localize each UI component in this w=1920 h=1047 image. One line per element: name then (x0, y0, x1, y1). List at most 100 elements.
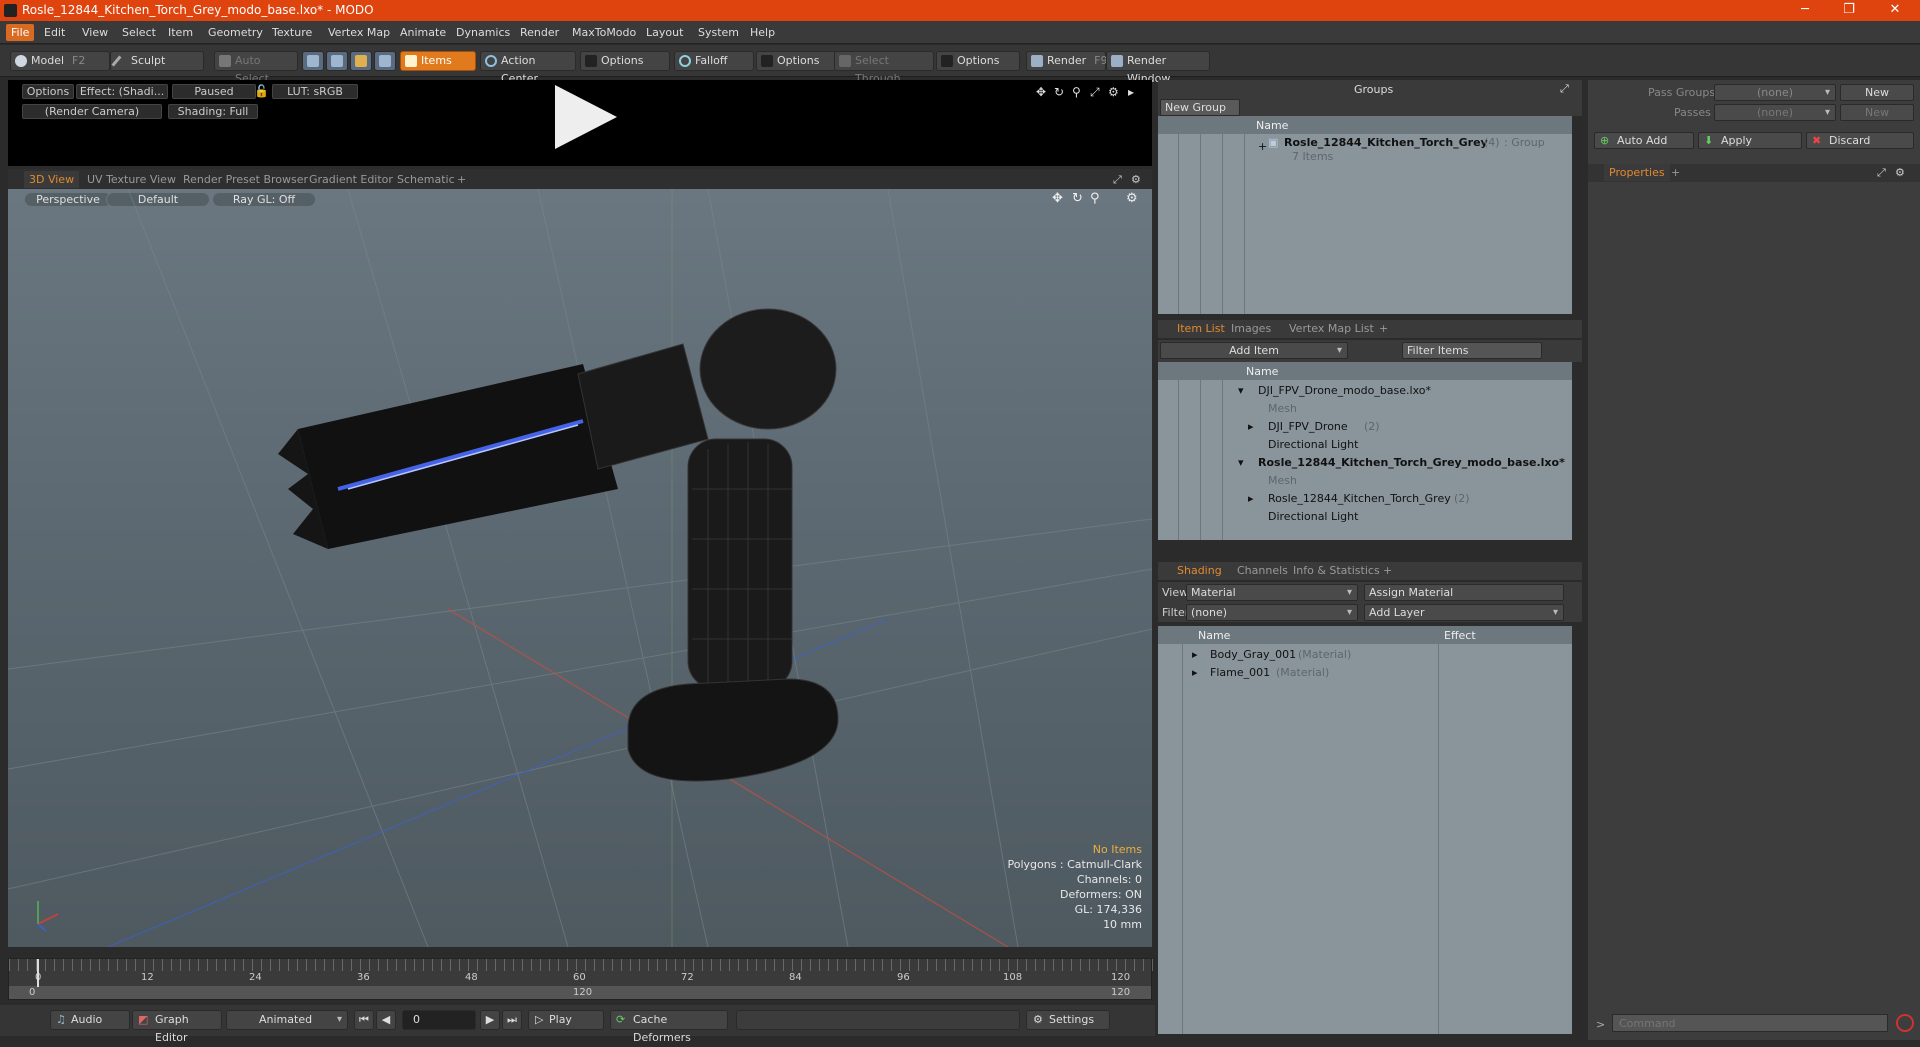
tab-gradient-editor[interactable]: Gradient Editor (304, 171, 398, 188)
model-mode-button[interactable]: Model F2 (10, 51, 110, 71)
apply-button[interactable]: ⬇ Apply (1698, 132, 1802, 149)
range-end[interactable]: 120 (1111, 987, 1130, 998)
polygons-mode-button[interactable] (350, 51, 372, 71)
auto-select-button[interactable]: Auto Select (214, 51, 298, 85)
play-button[interactable]: ▷ Play (528, 1010, 604, 1030)
playhead[interactable] (37, 959, 39, 987)
frame-field[interactable]: 0 (402, 1010, 476, 1030)
next-frame-button[interactable]: ▶ (480, 1010, 500, 1030)
tab-channels[interactable]: Channels (1232, 562, 1293, 579)
audio-button[interactable]: ♫ Audio (50, 1010, 130, 1030)
material-row[interactable]: ▸ Body_Gray_001 (Material) (1158, 646, 1572, 664)
menu-layout[interactable]: Layout (646, 26, 683, 39)
menu-file[interactable]: File (6, 24, 35, 41)
tab-properties[interactable]: Properties (1604, 164, 1670, 181)
tab-vertex-map-list[interactable]: Vertex Map List (1284, 320, 1379, 337)
falloff-options-button[interactable]: Options (756, 51, 836, 71)
render-window-button[interactable]: Render Window (1106, 51, 1210, 85)
menu-texture[interactable]: Texture (272, 26, 312, 39)
maximize-button[interactable]: ❐ (1834, 2, 1864, 17)
item-list-tree[interactable]: Name ▾ DJI_FPV_Drone_modo_base.lxo* Mesh … (1158, 362, 1572, 540)
add-tab-button[interactable]: + (1666, 164, 1685, 181)
add-layer-dropdown[interactable]: Add Layer (1364, 604, 1564, 621)
cache-deformers-button[interactable]: ⟳ Cache Deformers (610, 1010, 728, 1044)
lut-dropdown[interactable]: LUT: sRGB (272, 84, 358, 99)
menu-help[interactable]: Help (750, 26, 775, 39)
add-tab-button[interactable]: + (1374, 320, 1393, 337)
edges-mode-button[interactable] (326, 51, 348, 71)
preview-options-button[interactable]: Options (22, 84, 74, 99)
maximize-icon[interactable]: ⤢ (1872, 164, 1891, 181)
graph-editor-button[interactable]: ◩ Graph Editor (132, 1010, 222, 1044)
command-input[interactable] (1612, 1014, 1888, 1032)
add-item-dropdown[interactable]: Add Item (1160, 342, 1348, 359)
tree-item-mesh[interactable]: Mesh (1158, 472, 1572, 490)
falloff-button[interactable]: Falloff (674, 51, 754, 71)
animated-dropdown[interactable]: Animated (226, 1010, 348, 1030)
maximize-icon[interactable]: ⤢ (1108, 171, 1127, 188)
material-row[interactable]: ▸ Flame_001 (Material) (1158, 664, 1572, 682)
shading-dropdown[interactable]: Shading: Full (168, 104, 258, 119)
plus-icon[interactable]: + (1258, 138, 1267, 156)
tab-3d-view[interactable]: 3D View (24, 171, 80, 188)
new-pass-group-button[interactable]: New (1840, 84, 1914, 101)
minimize-button[interactable]: ─ (1790, 2, 1820, 17)
items-mode-button[interactable]: Items (400, 51, 476, 71)
key-tools-strip[interactable] (736, 1010, 1020, 1030)
groups-list[interactable]: Name + ▣ Rosle_12844_Kitchen_Torch_Grey … (1158, 116, 1572, 314)
close-button[interactable]: ✕ (1880, 2, 1910, 17)
prev-frame-button[interactable]: ◀ (376, 1010, 396, 1030)
materials-mode-button[interactable] (374, 51, 396, 71)
tab-item-list[interactable]: Item List (1172, 320, 1230, 337)
timeline[interactable]: 0 12 24 36 48 60 72 84 96 108 120 0 120 … (8, 958, 1153, 1000)
settings-button[interactable]: ⚙ Settings (1026, 1010, 1110, 1030)
tab-shading[interactable]: Shading (1172, 562, 1227, 579)
auto-add-button[interactable]: ⊕ Auto Add (1594, 132, 1694, 149)
tree-item-group[interactable]: ▸ DJI_FPV_Drone (2) (1158, 418, 1572, 436)
tree-item-light[interactable]: Directional Light (1158, 436, 1572, 454)
tab-info-statistics[interactable]: Info & Statistics (1288, 562, 1385, 579)
action-center-button[interactable]: Action Center (480, 51, 576, 85)
action-center-options-button[interactable]: Options (580, 51, 670, 71)
lock-icon[interactable]: 🔓 (254, 84, 269, 98)
tab-uv-texture-view[interactable]: UV Texture View (82, 171, 181, 188)
menu-vertex-map[interactable]: Vertex Map (328, 26, 390, 39)
sculpt-mode-button[interactable]: Sculpt (110, 51, 204, 71)
render-button[interactable]: Render F9 (1026, 51, 1108, 71)
discard-button[interactable]: ✖ Discard (1806, 132, 1914, 149)
menu-geometry[interactable]: Geometry (208, 26, 263, 39)
menu-render[interactable]: Render (520, 26, 559, 39)
last-frame-button[interactable]: ⏭ (502, 1010, 522, 1030)
add-tab-button[interactable]: + (452, 171, 471, 188)
menu-view[interactable]: View (82, 26, 108, 39)
move-icon[interactable]: ✥ (1036, 85, 1046, 99)
tab-images[interactable]: Images (1226, 320, 1276, 337)
zoom-icon[interactable]: ⚲ (1072, 85, 1081, 99)
tab-schematic[interactable]: Schematic (392, 171, 460, 188)
gear-icon[interactable]: ⚙ (1890, 164, 1910, 181)
menu-system[interactable]: System (698, 26, 739, 39)
tree-item-mesh[interactable]: Mesh (1158, 400, 1572, 418)
select-through-options-button[interactable]: Options (936, 51, 1020, 71)
tree-item-light[interactable]: Directional Light (1158, 508, 1572, 526)
view-dropdown[interactable]: Material (1186, 584, 1358, 601)
vertices-mode-button[interactable] (302, 51, 324, 71)
camera-dropdown[interactable]: (Render Camera) (22, 104, 162, 119)
menu-maxtomodo[interactable]: MaxToModo (572, 26, 636, 39)
range-start[interactable]: 0 (29, 987, 35, 998)
select-through-button[interactable]: Select Through (834, 51, 934, 85)
shader-tree[interactable]: Name Effect ▸ Body_Gray_001 (Material) ▸ Fl… (1158, 626, 1572, 1034)
filter-dropdown[interactable]: (none) (1186, 604, 1358, 621)
menu-animate[interactable]: Animate (400, 26, 446, 39)
tree-item-scene[interactable]: ▾ DJI_FPV_Drone_modo_base.lxo* (1158, 382, 1572, 400)
menu-select[interactable]: Select (122, 26, 156, 39)
pass-groups-dropdown[interactable]: (none) (1714, 84, 1836, 101)
gear-icon[interactable]: ⚙ (1108, 85, 1119, 99)
new-group-button[interactable]: New Group (1160, 99, 1240, 116)
maximize-icon[interactable]: ⤢ (1090, 85, 1100, 100)
menu-item[interactable]: Item (168, 26, 193, 39)
record-icon[interactable] (1896, 1014, 1914, 1032)
3d-viewport[interactable]: Perspective Default Ray GL: Off ✥ ↻ ⚲ ⚙ (8, 189, 1152, 947)
add-tab-button[interactable]: + (1378, 562, 1397, 579)
assign-material-button[interactable]: Assign Material (1364, 584, 1564, 601)
